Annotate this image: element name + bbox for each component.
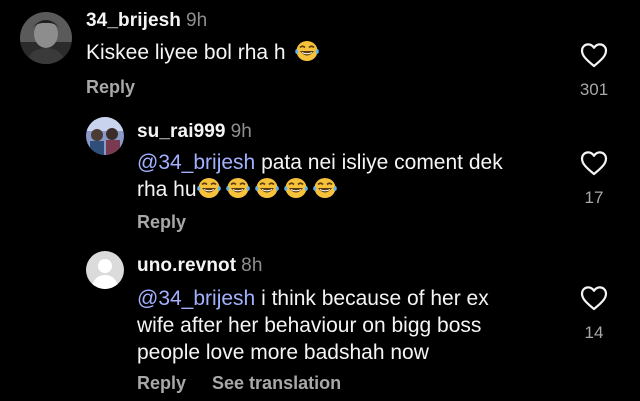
face-with-tears-of-joy-emoji <box>313 177 337 199</box>
like-count: 301 <box>579 80 609 99</box>
face-with-tears-of-joy-emoji <box>284 177 308 199</box>
like-count: 14 <box>584 323 604 342</box>
comment-text: @34_brijesh pata nei isliye coment dek r… <box>137 151 503 201</box>
comment-username[interactable]: uno.revnot 8h <box>137 255 263 277</box>
heart-outline-icon[interactable] <box>580 42 608 68</box>
user-photo-avatar-icon <box>20 12 72 64</box>
face-with-tears-of-joy-emoji <box>255 177 279 199</box>
heart-outline-icon[interactable] <box>580 150 608 176</box>
reply-button[interactable]: Reply <box>137 373 186 394</box>
reply-button[interactable]: Reply <box>86 77 135 98</box>
face-with-tears-of-joy-emoji <box>226 177 250 199</box>
comment-username[interactable]: su_rai999 9h <box>137 121 252 143</box>
comment-username[interactable]: 34_brijesh 9h <box>86 10 207 32</box>
comment-text: @34_brijesh i think because of her ex wi… <box>137 287 489 364</box>
reply-button[interactable]: Reply <box>137 212 186 233</box>
avatar[interactable] <box>86 117 124 155</box>
comment-actions: Reply <box>137 212 186 233</box>
comment-time: 9h <box>186 10 208 31</box>
comment-actions: Reply See translation <box>137 373 341 394</box>
default-avatar-icon <box>86 251 124 289</box>
comment-time: 9h <box>230 121 252 142</box>
see-translation-button[interactable]: See translation <box>212 373 341 394</box>
avatar[interactable] <box>20 12 72 64</box>
mention-link[interactable]: @34_brijesh <box>137 287 255 310</box>
comment-time: 8h <box>241 255 263 276</box>
face-with-tears-of-joy-emoji <box>197 177 221 199</box>
comment-text: Kiskee liyee bol rha h <box>86 39 321 66</box>
heart-outline-icon[interactable] <box>580 285 608 311</box>
like-group: 14 <box>574 285 614 343</box>
user-photo-avatar-icon <box>86 117 124 155</box>
comment-actions: Reply <box>86 77 135 98</box>
like-group: 17 <box>574 150 614 208</box>
mention-link[interactable]: @34_brijesh <box>137 151 255 174</box>
face-with-tears-of-joy-emoji <box>295 40 319 62</box>
like-group: 301 <box>574 42 614 100</box>
default-avatar-icon[interactable] <box>86 251 124 289</box>
like-count: 17 <box>584 188 604 207</box>
